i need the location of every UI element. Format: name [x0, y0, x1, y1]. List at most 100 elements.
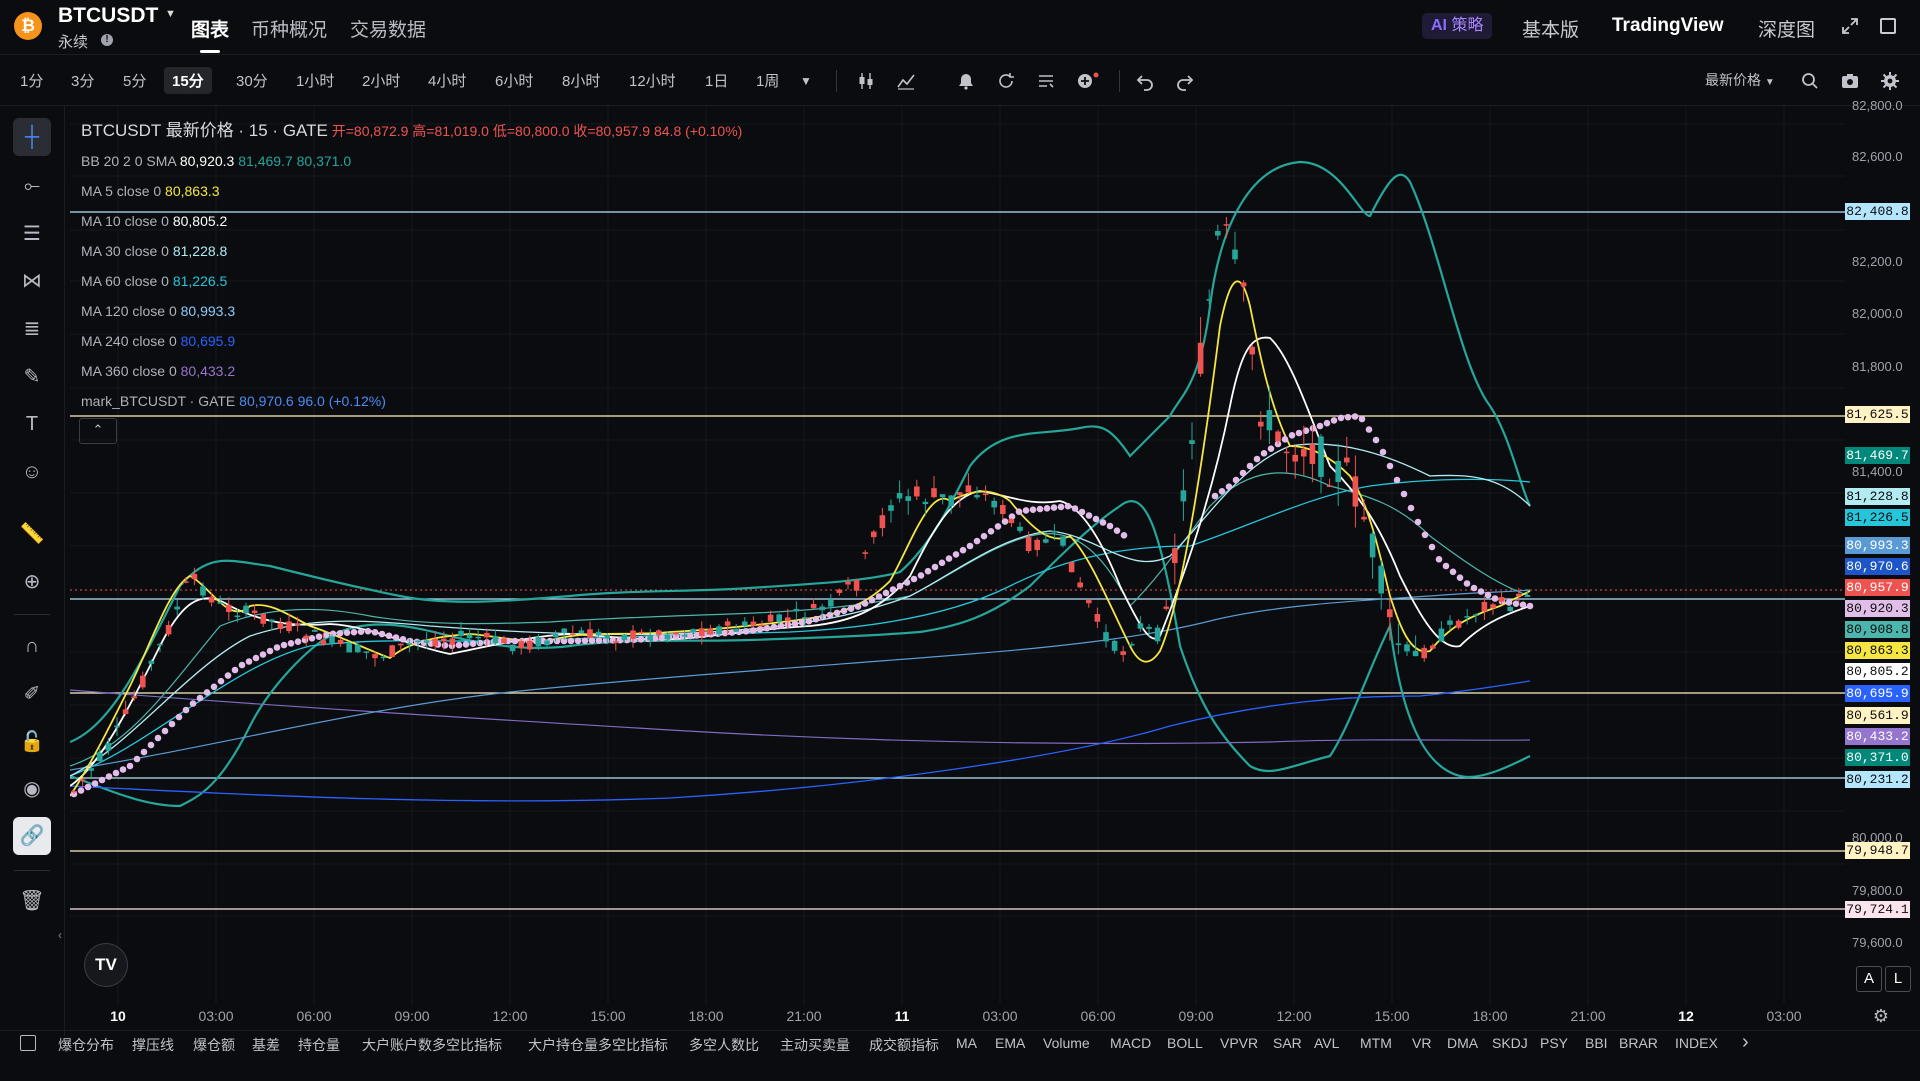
settings-gear-icon[interactable] [1880, 71, 1900, 91]
indicator-button[interactable]: 爆仓分布 [58, 1035, 114, 1055]
auto-scale-button[interactable]: A [1856, 966, 1882, 992]
lock-icon[interactable]: 🔓 [13, 723, 51, 761]
log-scale-button[interactable]: L [1885, 966, 1911, 992]
trash-icon[interactable]: 🗑 [13, 882, 51, 920]
price-type-select[interactable]: 最新价格 ▼ [1705, 70, 1775, 90]
symbol-selector[interactable]: BTCUSDT [58, 4, 158, 28]
legend-low: 低=80,800.0 [492, 123, 570, 139]
interval-8h[interactable]: 8小时 [554, 67, 608, 94]
legend-ma-row[interactable]: MA 240 close 0 80,695.9 [81, 326, 742, 356]
indicator-button[interactable]: DMA [1447, 1035, 1478, 1051]
chevron-down-icon[interactable]: ▼ [165, 8, 176, 20]
indicators-icon[interactable] [896, 71, 916, 91]
info-icon[interactable]: ! [101, 34, 113, 46]
candle-body [140, 675, 146, 688]
candlestick-type-icon[interactable] [856, 71, 876, 91]
indicator-button[interactable]: BOLL [1167, 1035, 1203, 1051]
indicator-button[interactable]: SAR [1273, 1035, 1302, 1051]
emoji-icon[interactable]: ☺ [13, 453, 51, 491]
alert-bell-icon[interactable] [956, 71, 976, 91]
lock-drawing-icon[interactable]: ✐ [13, 675, 51, 713]
ruler-icon[interactable]: 📏 [13, 515, 51, 553]
text-tool-icon[interactable]: T [13, 405, 51, 443]
indicator-button[interactable]: 成交额指标 [869, 1035, 939, 1055]
fib-retracement-icon[interactable]: ≣ [13, 310, 51, 348]
redo-icon[interactable] [1175, 71, 1195, 91]
interval-1h[interactable]: 1小时 [288, 67, 342, 94]
tab-coin-overview[interactable]: 币种概况 [251, 15, 327, 42]
interval-12h[interactable]: 12小时 [621, 67, 684, 94]
replay-icon[interactable] [996, 71, 1016, 91]
indicator-button[interactable]: MTM [1360, 1035, 1392, 1051]
crosshair-icon[interactable]: ┼ [13, 118, 51, 156]
indicator-button[interactable]: MACD [1110, 1035, 1151, 1051]
camera-icon[interactable] [1840, 71, 1860, 91]
indicator-button[interactable]: AVL [1314, 1035, 1339, 1051]
interval-2h[interactable]: 2小时 [354, 67, 408, 94]
fullscreen-icon[interactable] [1880, 18, 1896, 34]
indicator-button[interactable]: Volume [1043, 1035, 1090, 1051]
interval-1d[interactable]: 1日 [697, 67, 736, 94]
expand-icon[interactable] [1840, 16, 1860, 36]
ai-strategy-button[interactable]: AI 策略 [1422, 13, 1493, 39]
tradingview-logo[interactable]: TV [84, 943, 128, 987]
interval-1w[interactable]: 1周 [748, 67, 787, 94]
indicator-button[interactable]: 主动买卖量 [780, 1035, 850, 1055]
interval-3m[interactable]: 3分 [63, 67, 102, 94]
eye-icon[interactable]: ◉ [13, 770, 51, 808]
legend-mark-row[interactable]: mark_BTCUSDT · GATE 80,970.6 96.0 (+0.12… [81, 386, 742, 416]
interval-dropdown-icon[interactable]: ▼ [796, 71, 816, 91]
legend-ma-row[interactable]: MA 30 close 0 81,228.8 [81, 236, 742, 266]
link-icon[interactable]: 🔗 [13, 817, 51, 855]
horizontal-lines-icon[interactable]: ☰ [13, 215, 51, 253]
view-tradingview-button[interactable]: TradingView [1612, 15, 1724, 37]
indicator-button[interactable]: 撑压线 [132, 1035, 174, 1055]
zoom-in-icon[interactable]: ⊕ [13, 563, 51, 601]
pattern-icon[interactable]: ⋈ [13, 262, 51, 300]
view-depth-button[interactable]: 深度图 [1758, 15, 1815, 42]
view-basic-button[interactable]: 基本版 [1522, 15, 1579, 42]
indicator-button[interactable]: MA [956, 1035, 977, 1051]
legend-ma-row[interactable]: MA 120 close 0 80,993.3 [81, 296, 742, 326]
legend-ma-row[interactable]: MA 60 close 0 81,226.5 [81, 266, 742, 296]
tab-trading-data[interactable]: 交易数据 [350, 15, 426, 42]
interval-5m[interactable]: 5分 [115, 67, 154, 94]
legend-ma-row[interactable]: MA 5 close 0 80,863.3 [81, 176, 742, 206]
interval-1m[interactable]: 1分 [12, 67, 51, 94]
legend-bb-row[interactable]: BB 20 2 0 SMA 80,920.3 81,469.7 80,371.0 [81, 146, 742, 176]
interval-15m[interactable]: 15分 [164, 67, 212, 94]
templates-icon[interactable] [1036, 71, 1056, 91]
indicator-button[interactable]: INDEX [1675, 1035, 1718, 1051]
trendline-icon[interactable]: ⟜ [13, 167, 51, 205]
indicator-button[interactable]: VR [1412, 1035, 1431, 1051]
legend-ma-row[interactable]: MA 10 close 0 80,805.2 [81, 206, 742, 236]
search-icon[interactable] [1800, 71, 1820, 91]
legend-title[interactable]: BTCUSDT 最新价格 · 15 · GATE [81, 121, 328, 140]
tab-chart[interactable]: 图表 [191, 15, 229, 42]
indicator-button[interactable]: BRAR [1619, 1035, 1658, 1051]
indicator-button[interactable]: VPVR [1220, 1035, 1258, 1051]
undo-icon[interactable] [1135, 71, 1155, 91]
indicator-button[interactable]: SKDJ [1492, 1035, 1528, 1051]
legend-ma-row[interactable]: MA 360 close 0 80,433.2 [81, 356, 742, 386]
add-plugin-icon[interactable] [1076, 71, 1100, 91]
magnet-icon[interactable]: ∩ [13, 627, 51, 665]
indicator-button[interactable]: 爆仓额 [193, 1035, 235, 1055]
indicator-button[interactable]: EMA [995, 1035, 1025, 1051]
legend-collapse-button[interactable]: ⌃ [79, 418, 117, 444]
indicator-button[interactable]: BBI [1585, 1035, 1608, 1051]
indicator-button[interactable]: 多空人数比 [689, 1035, 759, 1055]
interval-4h[interactable]: 4小时 [420, 67, 474, 94]
indicator-button[interactable]: 基差 [252, 1035, 280, 1055]
indicator-button[interactable]: PSY [1540, 1035, 1568, 1051]
indicator-button[interactable]: 大户账户数多空比指标 [362, 1035, 502, 1055]
brush-icon[interactable]: ✎ [13, 358, 51, 396]
collapse-toolbar-handle[interactable]: ‹ [58, 928, 66, 958]
calendar-icon[interactable] [20, 1035, 36, 1051]
axis-settings-icon[interactable]: ⚙ [1871, 1006, 1891, 1026]
indicator-button[interactable]: 大户持仓量多空比指标 [528, 1035, 668, 1055]
interval-6h[interactable]: 6小时 [487, 67, 541, 94]
indicator-button[interactable]: 持仓量 [298, 1035, 340, 1055]
chevron-right-icon[interactable]: › [1742, 1031, 1749, 1054]
interval-30m[interactable]: 30分 [228, 67, 276, 94]
